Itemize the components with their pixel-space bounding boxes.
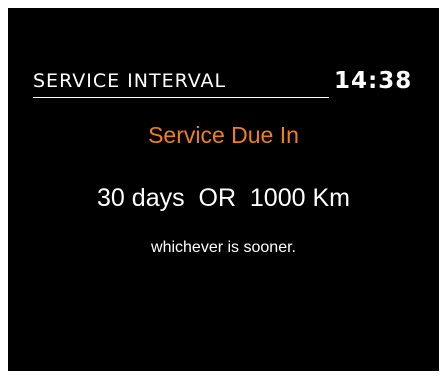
days-remaining: 30 days — [97, 184, 185, 212]
screen-title: SERVICE INTERVAL — [33, 70, 227, 92]
or-separator: OR — [198, 184, 237, 212]
header-divider — [33, 97, 329, 98]
clock: 14:38 — [334, 68, 413, 94]
service-due-heading: Service Due In — [148, 122, 299, 148]
service-note: whichever is sooner. — [151, 239, 296, 256]
distance-remaining: 1000 Km — [249, 184, 350, 212]
service-interval-values: 30 days OR 1000 Km — [8, 183, 439, 213]
display-screen: SERVICE INTERVAL 14:38 Service Due In 30… — [8, 8, 439, 371]
